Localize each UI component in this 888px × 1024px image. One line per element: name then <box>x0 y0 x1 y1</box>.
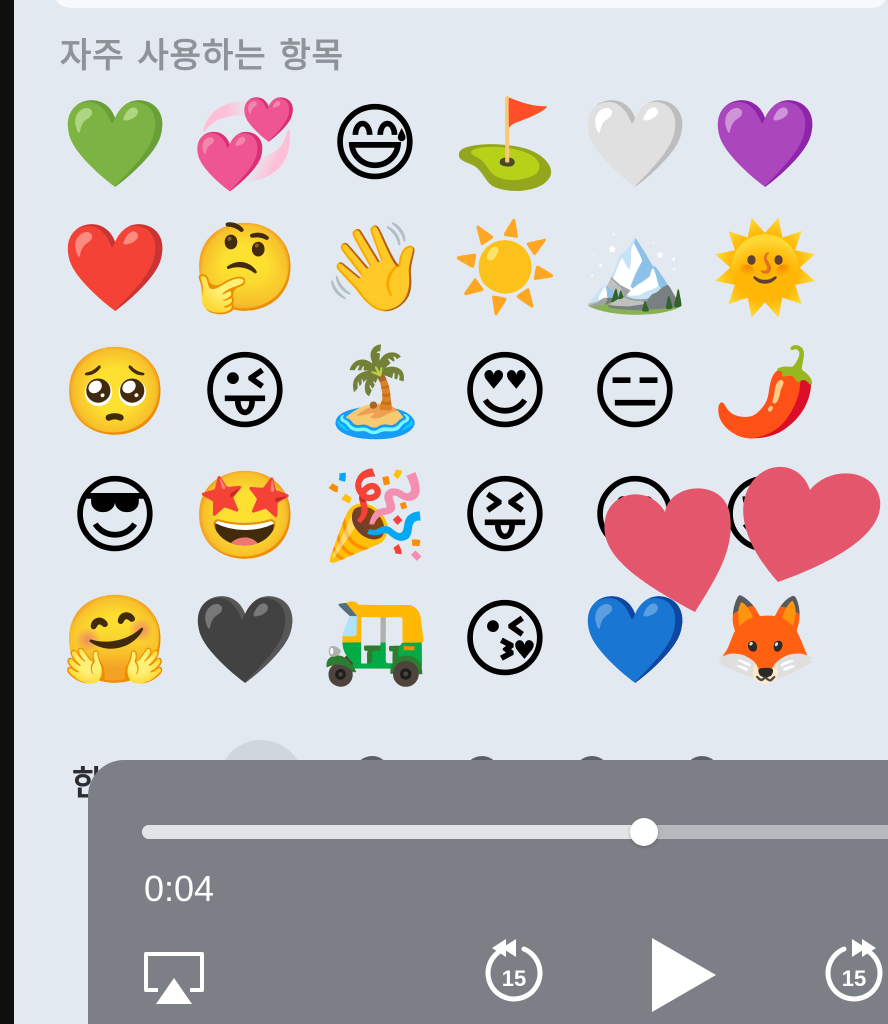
emoji-key[interactable]: 😘 <box>440 578 570 702</box>
emoji-key[interactable]: 🏔️ <box>570 206 700 330</box>
emoji-key[interactable]: 🛺 <box>310 578 440 702</box>
skip-back-label: 15 <box>502 966 526 991</box>
airplay-icon <box>144 952 204 1004</box>
emoji-grid: 💚 💞 😅 ⛳ 🤍 💜 ❤️ 🤔 👋 ☀️ 🏔️ 🌞 🥺 😜 🏝️ 😍 😑 🌶️ 😎 🤩 🎉 😝 😐 😌 🤗 🖤 🛺 😘 💙 🦊 <box>50 82 830 702</box>
emoji-key[interactable]: 🎉 <box>310 454 440 578</box>
emoji-key[interactable]: 💞 <box>180 82 310 206</box>
emoji-key[interactable]: 🌶️ <box>700 330 830 454</box>
skip-back-button[interactable]: 15 <box>480 936 548 1006</box>
scrubber-progress <box>142 825 644 839</box>
emoji-key[interactable]: 💙 <box>570 578 700 702</box>
emoji-key[interactable]: ☀️ <box>440 206 570 330</box>
screen: 자주 사용하는 항목 💚 💞 😅 ⛳ 🤍 💜 ❤️ 🤔 👋 ☀️ 🏔️ 🌞 🥺 😜 🏝️ 😍 😑 🌶️ 😎 🤩 🎉 😝 😐 😌… <box>0 0 888 1024</box>
skip-back-15-icon: 15 <box>485 939 543 1002</box>
scrubber-track[interactable] <box>142 818 888 846</box>
emoji-key[interactable]: 🌞 <box>700 206 830 330</box>
skip-forward-label: 15 <box>842 966 866 991</box>
emoji-key[interactable]: 💚 <box>50 82 180 206</box>
emoji-key[interactable]: 🏝️ <box>310 330 440 454</box>
emoji-key[interactable]: 😍 <box>440 330 570 454</box>
skip-forward-15-icon: 15 <box>825 939 883 1002</box>
emoji-key[interactable]: 😐 <box>570 454 700 578</box>
emoji-key[interactable]: ❤️ <box>50 206 180 330</box>
emoji-key[interactable]: 😑 <box>570 330 700 454</box>
emoji-key[interactable]: 🤗 <box>50 578 180 702</box>
emoji-key[interactable]: 😌 <box>700 454 830 578</box>
emoji-key[interactable]: 🥺 <box>50 330 180 454</box>
text-input-edge[interactable] <box>54 0 888 8</box>
emoji-key[interactable]: 🖤 <box>180 578 310 702</box>
emoji-key[interactable]: 👋 <box>310 206 440 330</box>
emoji-key[interactable]: 🤔 <box>180 206 310 330</box>
elapsed-time: 0:04 <box>144 868 215 909</box>
airplay-button[interactable] <box>140 948 208 1010</box>
emoji-key[interactable]: 😎 <box>50 454 180 578</box>
emoji-key[interactable]: 😝 <box>440 454 570 578</box>
emoji-key[interactable]: 🤍 <box>570 82 700 206</box>
emoji-key[interactable]: ⛳ <box>440 82 570 206</box>
skip-forward-button[interactable]: 15 <box>820 936 888 1006</box>
emoji-key[interactable]: 😜 <box>180 330 310 454</box>
scrubber-thumb[interactable] <box>629 818 658 846</box>
frequently-used-title: 자주 사용하는 항목 <box>60 36 344 76</box>
emoji-key[interactable]: 🤩 <box>180 454 310 578</box>
emoji-key[interactable]: 😅 <box>310 82 440 206</box>
emoji-key[interactable]: 💜 <box>700 82 830 206</box>
media-player: 0:04 15 15 <box>88 760 888 1024</box>
play-button[interactable] <box>644 932 724 1018</box>
play-icon <box>652 938 716 1012</box>
emoji-key[interactable]: 🦊 <box>700 578 830 702</box>
